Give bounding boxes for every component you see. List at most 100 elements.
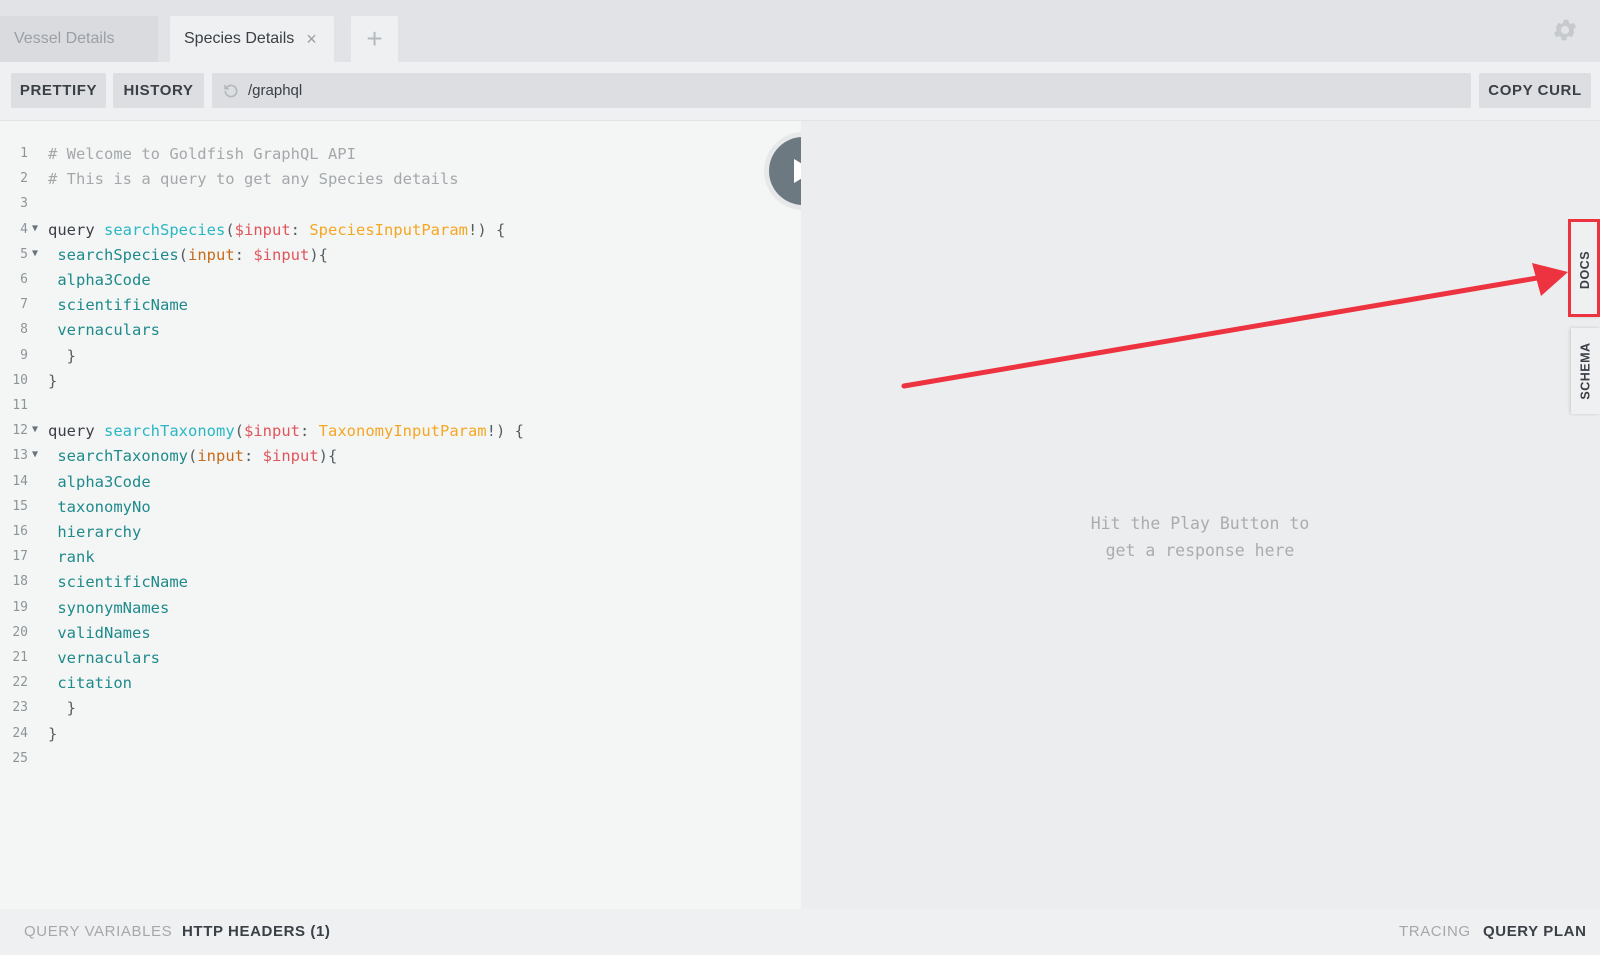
line-number: 8 <box>20 322 28 338</box>
code-text: } <box>48 699 76 717</box>
code-text: query searchTaxonomy($input: TaxonomyInp… <box>48 422 524 440</box>
code-line: 20 validNames <box>0 624 790 646</box>
code-text: citation <box>48 674 132 692</box>
bottom-bar: QUERY VARIABLES HTTP HEADERS (1) TRACING… <box>0 909 1600 955</box>
code-token: # Welcome to Goldfish GraphQL API <box>48 145 356 163</box>
code-token: vernaculars <box>48 649 160 667</box>
code-token: : <box>300 422 319 441</box>
line-number: 18 <box>12 574 28 590</box>
code-token: ){ <box>309 245 329 264</box>
line-number: 14 <box>12 473 28 489</box>
code-line: 7 scientificName <box>0 296 790 318</box>
code-line: 11 <box>0 397 790 419</box>
gear-icon[interactable] <box>1551 16 1579 44</box>
hint-line-2: get a response here <box>1105 541 1295 560</box>
code-token: } <box>48 724 58 743</box>
code-line: 4 ▼ query searchSpecies($input: SpeciesInp… <box>0 221 790 243</box>
code-line: 13 ▼ searchTaxonomy(input: $input){ <box>0 447 790 469</box>
close-icon[interactable]: × <box>306 29 317 50</box>
code-token: taxonomyNo <box>48 497 151 516</box>
code-line: 5 ▼ searchSpecies(input: $input){ <box>0 246 790 268</box>
code-line: 8 vernaculars <box>0 321 790 343</box>
code-text: } <box>48 347 76 365</box>
code-line: 1 # Welcome to Goldfish GraphQL API <box>0 145 790 167</box>
line-number: 23 <box>12 700 28 716</box>
code-line: 2 # This is a query to get any Species de… <box>0 170 790 192</box>
schema-tab[interactable]: SCHEMA <box>1571 328 1600 414</box>
line-number: 20 <box>12 624 28 640</box>
add-tab-button[interactable]: + <box>351 16 398 62</box>
line-number: 7 <box>20 297 28 313</box>
code-token: SpeciesInputParam <box>309 220 468 239</box>
code-token: rank <box>48 548 95 567</box>
line-number: 16 <box>12 524 28 539</box>
line-number: 13 <box>12 448 28 464</box>
code-token: $input <box>244 422 300 441</box>
line-number: 9 <box>20 347 28 363</box>
code-token: : <box>234 245 254 264</box>
code-text: } <box>48 372 57 390</box>
code-text: rank <box>48 548 95 567</box>
code-token: query <box>48 220 104 239</box>
code-line: 17 rank <box>0 548 790 570</box>
hint-line-1: Hit the Play Button to <box>1090 514 1310 533</box>
line-number: 12 <box>12 423 28 439</box>
code-token: scientificName <box>48 573 188 592</box>
line-number: 19 <box>12 599 28 615</box>
code-token: input <box>197 447 244 466</box>
query-plan-tab[interactable]: QUERY PLAN <box>1483 923 1587 940</box>
schema-tab-label: SCHEMA <box>1578 342 1593 400</box>
line-number: 25 <box>12 750 28 766</box>
tab-bar: Vessel Details Species Details × + <box>0 0 1600 62</box>
line-number: 15 <box>12 498 28 514</box>
http-headers-tab[interactable]: HTTP HEADERS (1) <box>182 923 331 940</box>
code-line: 15 taxonomyNo <box>0 498 790 520</box>
line-number: 5 <box>20 246 28 262</box>
code-text: alpha3Code <box>48 473 150 491</box>
code-text: alpha3Code <box>48 271 151 289</box>
prettify-button[interactable]: PRETTIFY <box>11 73 106 108</box>
fold-toggle-icon[interactable]: ▼ <box>32 424 38 435</box>
code-text: query searchSpecies($input: SpeciesInput… <box>48 221 505 239</box>
reload-icon[interactable] <box>222 82 240 100</box>
code-token: : <box>290 220 310 239</box>
code-line: 3 <box>0 195 790 217</box>
tracing-tab[interactable]: TRACING <box>1399 923 1471 940</box>
fold-toggle-icon[interactable]: ▼ <box>32 449 38 460</box>
code-token: } <box>48 371 58 390</box>
code-token: # This is a query to get any Species det… <box>48 170 459 189</box>
history-button[interactable]: HISTORY <box>113 73 204 108</box>
code-token: } <box>48 699 76 718</box>
code-token: : <box>244 447 263 466</box>
tab-vessel-details[interactable]: Vessel Details <box>0 16 158 62</box>
code-token: !) { <box>486 422 524 441</box>
code-token: TaxonomyInputParam <box>318 422 487 441</box>
code-token: searchTaxonomy <box>48 447 188 466</box>
query-editor[interactable]: 1 # Welcome to Goldfish GraphQL API 2 # Thi… <box>0 121 801 909</box>
line-number: 24 <box>12 725 28 741</box>
code-line: 22 citation <box>0 674 790 696</box>
copy-curl-button[interactable]: COPY CURL <box>1479 73 1591 108</box>
line-number: 2 <box>20 171 28 187</box>
code-token: alpha3Code <box>48 271 151 289</box>
code-text: searchSpecies(input: $input){ <box>48 246 328 264</box>
query-variables-tab[interactable]: QUERY VARIABLES <box>24 923 172 940</box>
line-number: 11 <box>12 398 28 413</box>
annotation-highlight-box <box>1568 219 1600 317</box>
code-token: ( <box>187 447 198 466</box>
code-token: ( <box>234 422 244 441</box>
code-token: scientificName <box>48 296 188 315</box>
tab-species-details[interactable]: Species Details × <box>170 16 334 62</box>
code-line: 6 alpha3Code <box>0 271 790 293</box>
line-number: 1 <box>20 146 28 161</box>
line-number: 10 <box>12 372 28 388</box>
line-number: 22 <box>12 675 28 691</box>
fold-toggle-icon[interactable]: ▼ <box>32 223 38 234</box>
code-token: vernaculars <box>48 321 160 340</box>
fold-toggle-icon[interactable]: ▼ <box>32 248 38 259</box>
endpoint-url-field[interactable]: /graphql <box>212 73 1471 108</box>
code-line: 25 <box>0 750 790 772</box>
code-text: scientificName <box>48 296 188 314</box>
code-token: searchSpecies <box>48 245 179 264</box>
code-token: ( <box>178 245 188 264</box>
